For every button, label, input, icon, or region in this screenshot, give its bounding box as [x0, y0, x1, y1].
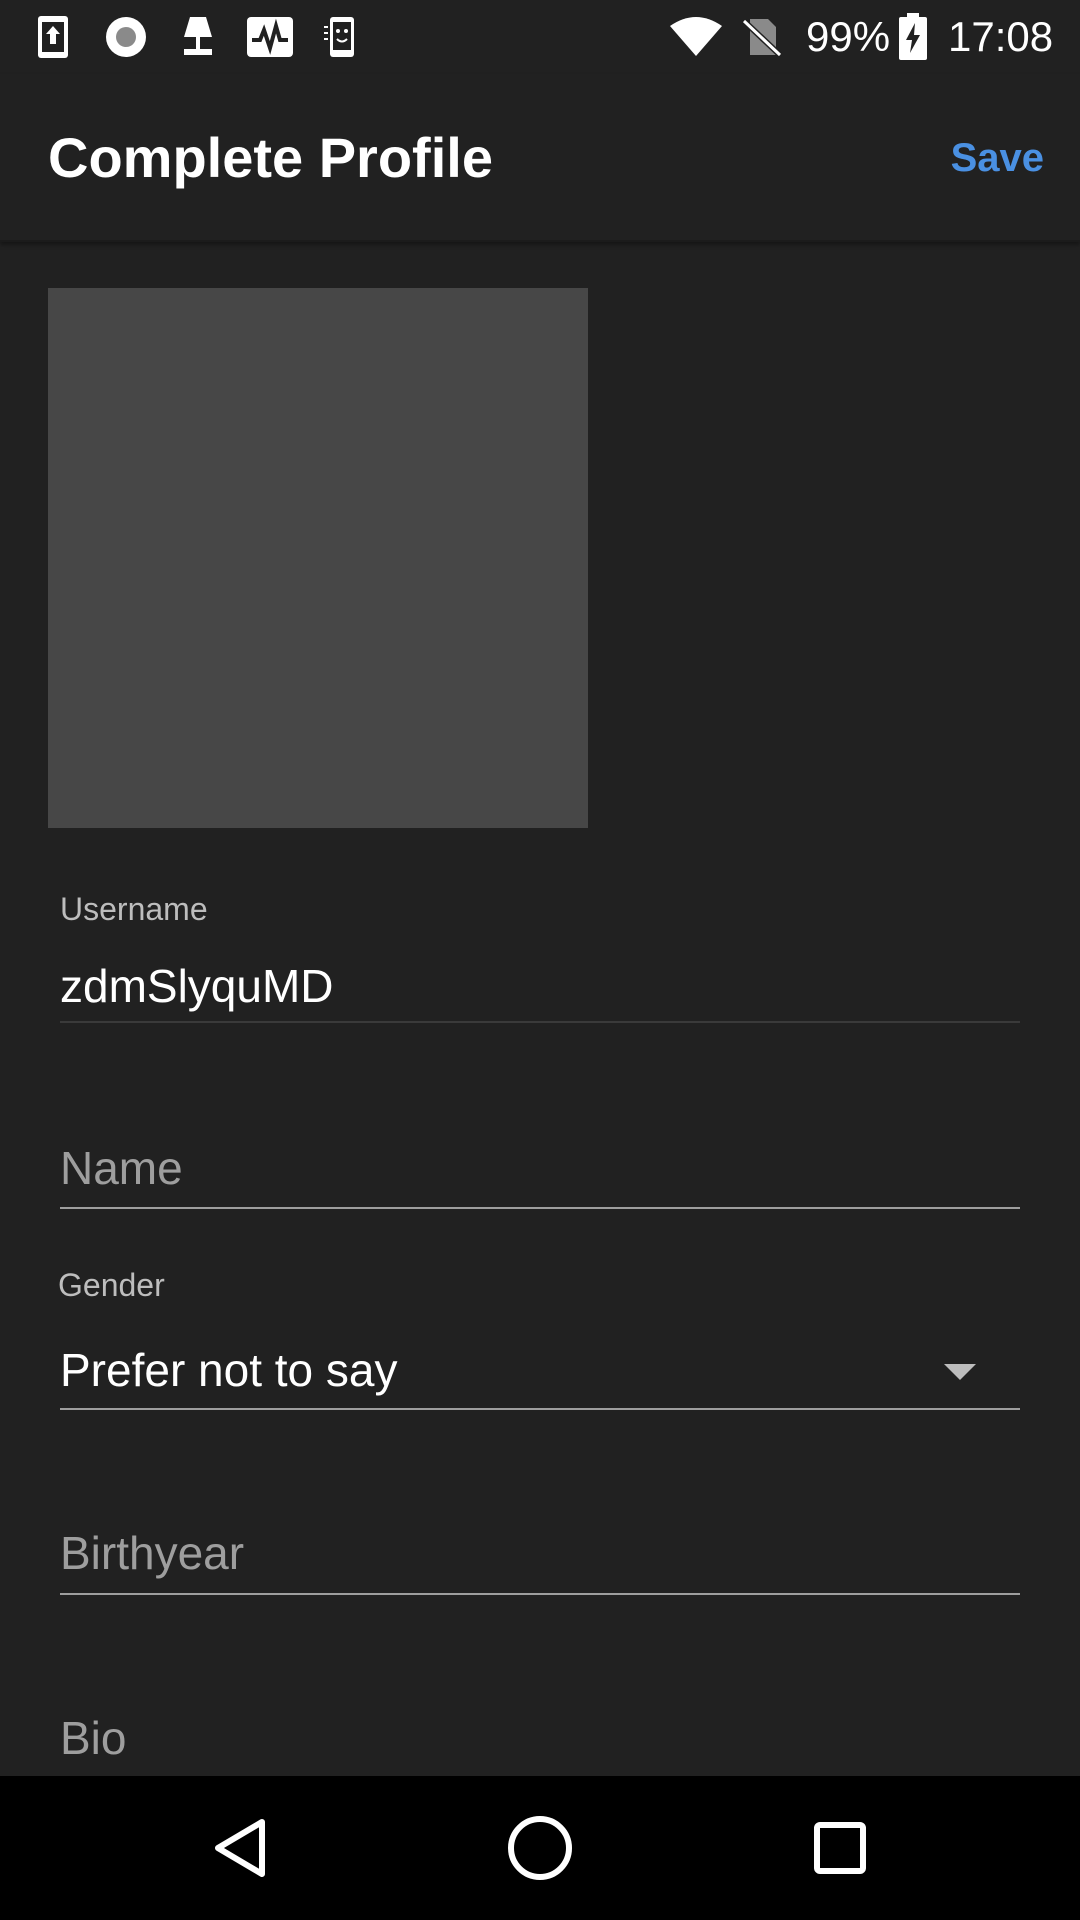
- recents-icon[interactable]: [800, 1808, 880, 1888]
- activity-icon: [246, 14, 294, 60]
- save-button[interactable]: Save: [951, 130, 1044, 186]
- name-input[interactable]: Name: [60, 1140, 183, 1196]
- battery-percent: 99%: [806, 13, 891, 60]
- birthyear-input[interactable]: Birthyear: [60, 1525, 244, 1581]
- username-input[interactable]: zdmSlyquMD: [60, 958, 334, 1014]
- status-bar: 99% 17:08: [0, 0, 1080, 74]
- gender-label: Gender: [58, 1267, 165, 1303]
- wifi-icon: [668, 14, 724, 60]
- username-underline: [60, 1021, 1020, 1023]
- birthyear-underline: [60, 1593, 1020, 1595]
- clock: 17:08: [948, 13, 1054, 60]
- app-bar: Complete Profile Save: [0, 74, 1080, 242]
- upload-icon: [36, 14, 70, 60]
- phone-face-icon: [322, 14, 358, 60]
- record-icon: [104, 14, 148, 60]
- profile-photo-placeholder[interactable]: [48, 288, 588, 828]
- gender-select[interactable]: Prefer not to say: [60, 1342, 398, 1398]
- back-icon[interactable]: [200, 1808, 280, 1888]
- name-underline: [60, 1207, 1020, 1209]
- bio-input[interactable]: Bio: [60, 1710, 126, 1766]
- home-icon[interactable]: [500, 1808, 580, 1888]
- battery-charging-icon: [898, 13, 928, 60]
- page-title: Complete Profile: [48, 126, 493, 189]
- no-sim-icon: [740, 14, 784, 60]
- lamp-icon: [178, 14, 218, 60]
- complete-profile-screen: 99% 17:08 Complete Profile Save Username…: [0, 0, 1080, 1920]
- gender-underline: [60, 1408, 1020, 1410]
- username-label: Username: [60, 891, 208, 927]
- chevron-down-icon[interactable]: [944, 1364, 976, 1380]
- navigation-bar: [0, 1776, 1080, 1920]
